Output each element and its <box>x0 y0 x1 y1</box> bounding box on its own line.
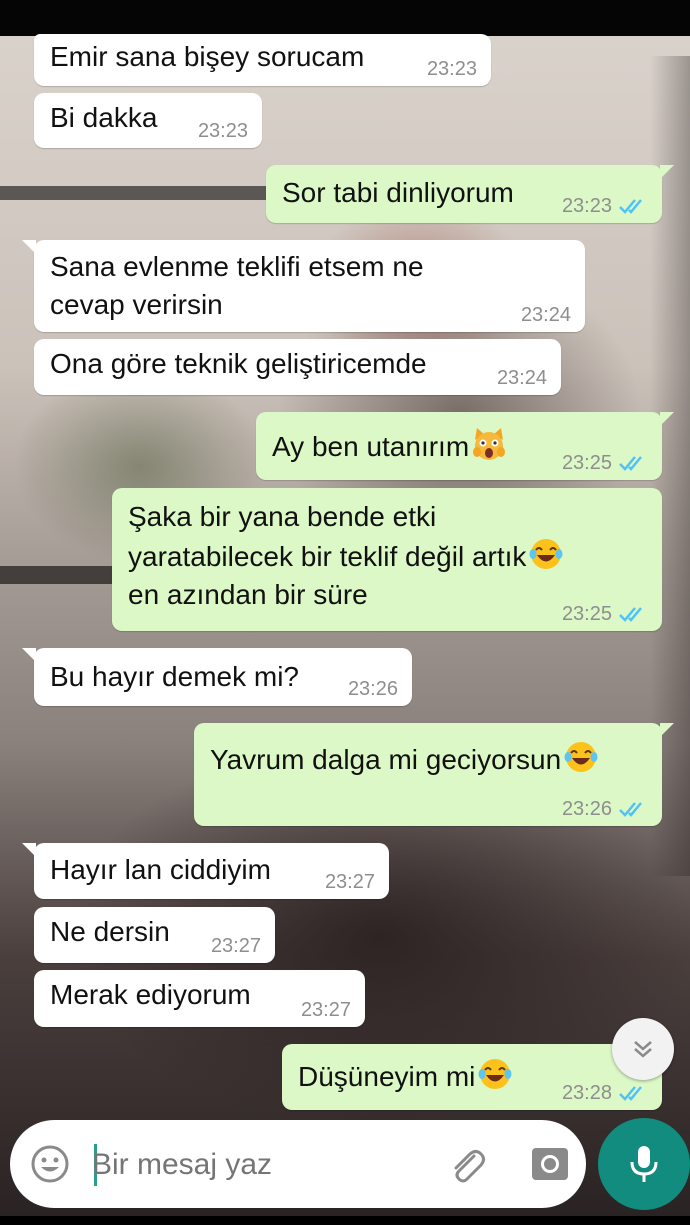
wallpaper-detail <box>0 186 290 200</box>
message-meta: 23:26 <box>562 798 648 820</box>
message-bubble-incoming[interactable]: Bu hayır demek mi? 23:26 <box>22 648 412 706</box>
screaming-cat-emoji-icon <box>473 428 506 460</box>
status-bar <box>0 0 690 36</box>
message-meta: 23:27 <box>301 999 351 1021</box>
message-text: Ona göre teknik geliştiricemde <box>50 348 427 379</box>
scroll-to-bottom-button[interactable] <box>612 1018 674 1080</box>
tears-of-joy-emoji-icon <box>564 742 598 772</box>
message-bubble-incoming[interactable]: Ne dersin 23:27 <box>34 907 275 963</box>
message-meta: 23:23 <box>198 120 248 142</box>
message-meta: 23:27 <box>325 871 375 893</box>
message-bubble-outgoing[interactable]: Düşüneyim mi 23:28 <box>282 1044 674 1110</box>
message-time: 23:25 <box>561 603 612 625</box>
message-input[interactable] <box>92 1144 412 1186</box>
message-text: Sana evlenme teklifi etsem ne cevap veri… <box>50 251 424 320</box>
message-meta: 23:25 <box>562 452 648 474</box>
message-text: Yavrum dalga mi geciyorsun <box>210 744 562 775</box>
message-time: 23:27 <box>324 871 375 893</box>
message-bubble-incoming[interactable]: Emir sana bişey sorucam 23:23 <box>34 34 491 86</box>
message-time: 23:27 <box>300 999 351 1021</box>
message-time: 23:25 <box>561 452 612 474</box>
read-receipt-icon <box>619 1086 642 1101</box>
read-receipt-icon <box>619 607 642 622</box>
navigation-bar <box>0 1216 690 1225</box>
tears-of-joy-emoji-icon <box>529 539 563 569</box>
message-text: Bu hayır demek mi? <box>50 661 299 692</box>
message-text: Ay ben utanırım <box>272 431 470 462</box>
message-time: 23:23 <box>561 195 612 217</box>
message-bubble-incoming[interactable]: Merak ediyorum 23:27 <box>34 970 365 1027</box>
message-time: 23:26 <box>561 798 612 820</box>
message-text: Düşüneyim mi <box>298 1061 476 1092</box>
message-text-line: Şaka bir yana bende etki <box>128 501 437 532</box>
message-meta: 23:27 <box>211 935 261 957</box>
message-time: 23:24 <box>496 367 547 389</box>
message-text: Hayır lan ciddiyim <box>50 854 271 885</box>
paperclip-icon[interactable] <box>444 1142 488 1186</box>
message-bubble-outgoing[interactable]: Şaka bir yana bende etki yaratabilecek b… <box>112 488 662 631</box>
double-chevron-down-icon <box>634 1041 652 1058</box>
camera-icon[interactable] <box>528 1142 572 1186</box>
message-meta: 23:24 <box>497 367 547 389</box>
message-meta: 23:23 <box>562 195 648 217</box>
message-meta: 23:24 <box>521 304 571 326</box>
read-receipt-icon <box>619 199 642 214</box>
message-meta: 23:25 <box>562 603 648 625</box>
message-meta: 23:23 <box>427 58 477 80</box>
read-receipt-icon <box>619 802 642 817</box>
message-time: 23:24 <box>520 304 571 326</box>
voice-message-button[interactable] <box>598 1118 690 1210</box>
message-composer <box>10 1120 586 1208</box>
message-text: Ne dersin <box>50 916 170 947</box>
message-bubble-incoming[interactable]: Bi dakka 23:23 <box>34 93 262 148</box>
message-meta: 23:26 <box>348 678 398 700</box>
tears-of-joy-emoji-icon <box>478 1059 512 1089</box>
read-receipt-icon <box>619 456 642 471</box>
message-time: 23:27 <box>210 935 261 957</box>
message-text: Emir sana bişey sorucam <box>50 41 365 72</box>
message-time: 23:26 <box>347 678 398 700</box>
smiley-icon[interactable] <box>28 1142 72 1186</box>
message-time: 23:23 <box>426 58 477 80</box>
message-bubble-incoming[interactable]: Sana evlenme teklifi etsem ne cevap veri… <box>22 240 585 332</box>
wallpaper-detail <box>0 566 130 584</box>
message-time: 23:28 <box>561 1082 612 1104</box>
message-text: Sor tabi dinliyorum <box>282 177 514 208</box>
message-bubble-incoming[interactable]: Hayır lan ciddiyim 23:27 <box>22 843 389 899</box>
message-text-line: yaratabilecek bir teklif değil artık <box>128 541 527 572</box>
message-text: Merak ediyorum <box>50 979 251 1010</box>
message-bubble-outgoing[interactable]: Ay ben utanırım 23:25 <box>256 412 674 480</box>
message-bubble-outgoing[interactable]: Sor tabi dinliyorum 23:23 <box>266 165 674 223</box>
message-time: 23:23 <box>197 120 248 142</box>
message-meta: 23:28 <box>562 1082 648 1104</box>
message-bubble-outgoing[interactable]: Yavrum dalga mi geciyorsun 23:26 <box>194 723 674 826</box>
message-bubble-incoming[interactable]: Ona göre teknik geliştiricemde 23:24 <box>34 339 561 395</box>
microphone-icon <box>630 1146 658 1182</box>
message-text: Bi dakka <box>50 102 158 133</box>
